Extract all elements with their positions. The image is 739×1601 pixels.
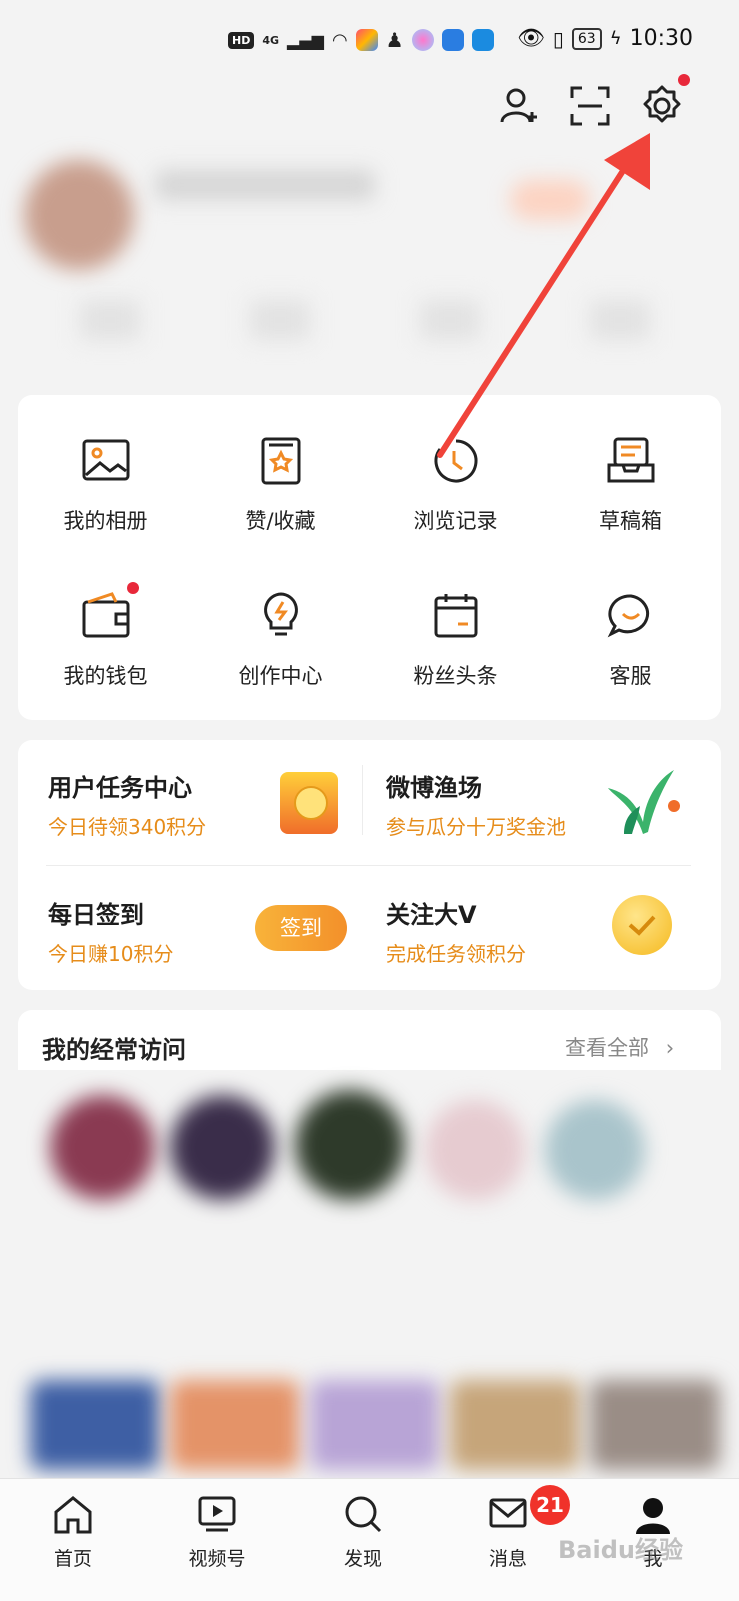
coin-bag-icon [280,772,338,834]
checkin-button[interactable]: 签到 [255,905,347,951]
network-type: 4G [262,33,280,47]
blurred-thumb-1[interactable] [30,1380,160,1470]
status-left: HD 4G ▂▄▆ ◠ ♟ [228,28,494,52]
grid-item-creator[interactable]: 创作中心 [193,590,368,690]
frequent-avatar-3[interactable] [295,1090,405,1200]
grid-item-history[interactable]: 浏览记录 [368,435,543,535]
grid-item-label: 我的钱包 [63,664,148,688]
tab-video[interactable]: 视频号 [172,1494,262,1571]
task-subtitle: 今日赚10积分 [48,942,174,966]
frequent-visits-title: 我的经常访问 [42,1036,186,1064]
frequent-avatar-1[interactable] [50,1095,155,1200]
task-subtitle: 参与瓜分十万奖金池 [386,815,566,839]
stat-blurred-3[interactable] [420,300,480,340]
blurred-thumb-3[interactable] [310,1380,440,1470]
qq-icon: ♟ [385,28,404,52]
wallet-icon [80,590,132,642]
charging-icon: ϟ [609,28,622,49]
tab-label: 消息 [488,1548,527,1570]
task-subtitle: 完成任务领积分 [386,942,526,966]
tab-discover[interactable]: 发现 [318,1494,408,1571]
view-all-label: 查看全部 [565,1036,649,1060]
cloud-app-icon [441,29,464,51]
grid-item-drafts[interactable]: 草稿箱 [543,435,718,535]
tab-label: 发现 [343,1548,382,1570]
history-clock-icon [430,435,482,487]
signal-icon: ▂▄▆ [287,30,324,50]
mail-icon [489,1498,527,1528]
grid-item-album[interactable]: 我的相册 [18,435,193,535]
stat-blurred-1[interactable] [80,300,140,340]
grid-item-service[interactable]: 客服 [543,590,718,690]
blurred-thumb-5[interactable] [590,1380,720,1470]
scan-icon[interactable] [568,84,612,128]
hd-indicator: HD [228,31,255,49]
tab-home[interactable]: 首页 [28,1494,118,1571]
task-title: 关注大V [386,901,477,929]
messages-badge: 21 [530,1485,570,1525]
calendar-icon [430,590,482,642]
grid-item-label: 客服 [609,664,652,688]
blurred-thumb-2[interactable] [170,1380,300,1470]
view-all-link[interactable]: 查看全部 › [565,1032,674,1062]
task-title: 用户任务中心 [48,774,192,802]
task-title: 微博渔场 [386,774,482,802]
grid-item-label: 我的相册 [63,509,148,533]
settings-notification-dot [678,74,690,86]
wallet-notification-dot [127,582,139,594]
divider [46,865,691,866]
tab-label: 视频号 [188,1548,246,1570]
battery-indicator: 63 [571,27,602,50]
grid-item-fans-headline[interactable]: 粉丝头条 [368,590,543,690]
video-icon [198,1496,236,1532]
drafts-tray-icon [605,435,657,487]
stat-blurred-2[interactable] [250,300,310,340]
chat-smile-icon [605,590,657,642]
frequent-avatar-5[interactable] [545,1100,645,1200]
search-icon [345,1496,382,1533]
daily-checkin[interactable]: 每日签到 今日赚10积分 [48,895,173,967]
user-task-center[interactable]: 用户任务中心 今日待领340积分 [48,768,206,840]
username-blurred [155,170,375,200]
task-title: 每日签到 [48,901,144,929]
app-notif-icon [355,29,378,51]
watermark: Baidu经验 [558,1536,683,1564]
user-icon [636,1498,670,1534]
tab-label: 首页 [53,1548,92,1570]
grid-item-wallet[interactable]: 我的钱包 [18,590,193,690]
home-icon [54,1496,92,1534]
grid-item-likes[interactable]: 赞/收藏 [193,435,368,535]
weibo-fishing[interactable]: 微博渔场 参与瓜分十万奖金池 [386,768,566,840]
frequent-avatar-4[interactable] [425,1100,525,1200]
frequent-avatar-2[interactable] [170,1095,275,1200]
grid-item-label: 草稿箱 [599,509,662,533]
eye-icon: 👁 [516,26,545,51]
stat-blurred-4[interactable] [590,300,650,340]
status-bar: HD 4G ▂▄▆ ◠ ♟ 👁 ▯ 63 ϟ 10:30 [0,0,739,80]
settings-icon[interactable] [640,84,684,128]
clock: 10:30 [629,26,693,51]
grid-item-label: 浏览记录 [413,509,498,533]
chevron-right-icon: › [665,1036,675,1060]
photo-album-icon [80,435,132,487]
follow-big-v[interactable]: 关注大V 完成任务领积分 [386,895,526,967]
plant-icon [604,766,682,836]
gold-check-icon [612,895,672,955]
task-subtitle: 今日待领340积分 [48,815,207,839]
app-notif-icon-2 [411,29,434,51]
weather-app-icon [471,29,494,51]
avatar[interactable] [24,160,134,270]
grid-item-label: 赞/收藏 [245,509,316,533]
lightbulb-icon [255,590,307,642]
bookmark-star-icon [255,435,307,487]
divider [362,765,363,835]
grid-item-label: 粉丝头条 [413,664,498,688]
status-right: 👁 ▯ 63 ϟ 10:30 [517,26,693,51]
grid-item-label: 创作中心 [238,664,323,688]
member-badge-blurred[interactable] [510,180,590,220]
blurred-thumb-4[interactable] [450,1380,580,1470]
vibrate-icon: ▯ [552,26,564,51]
add-friend-icon[interactable] [498,84,542,128]
wifi-icon: ◠ [331,29,348,51]
